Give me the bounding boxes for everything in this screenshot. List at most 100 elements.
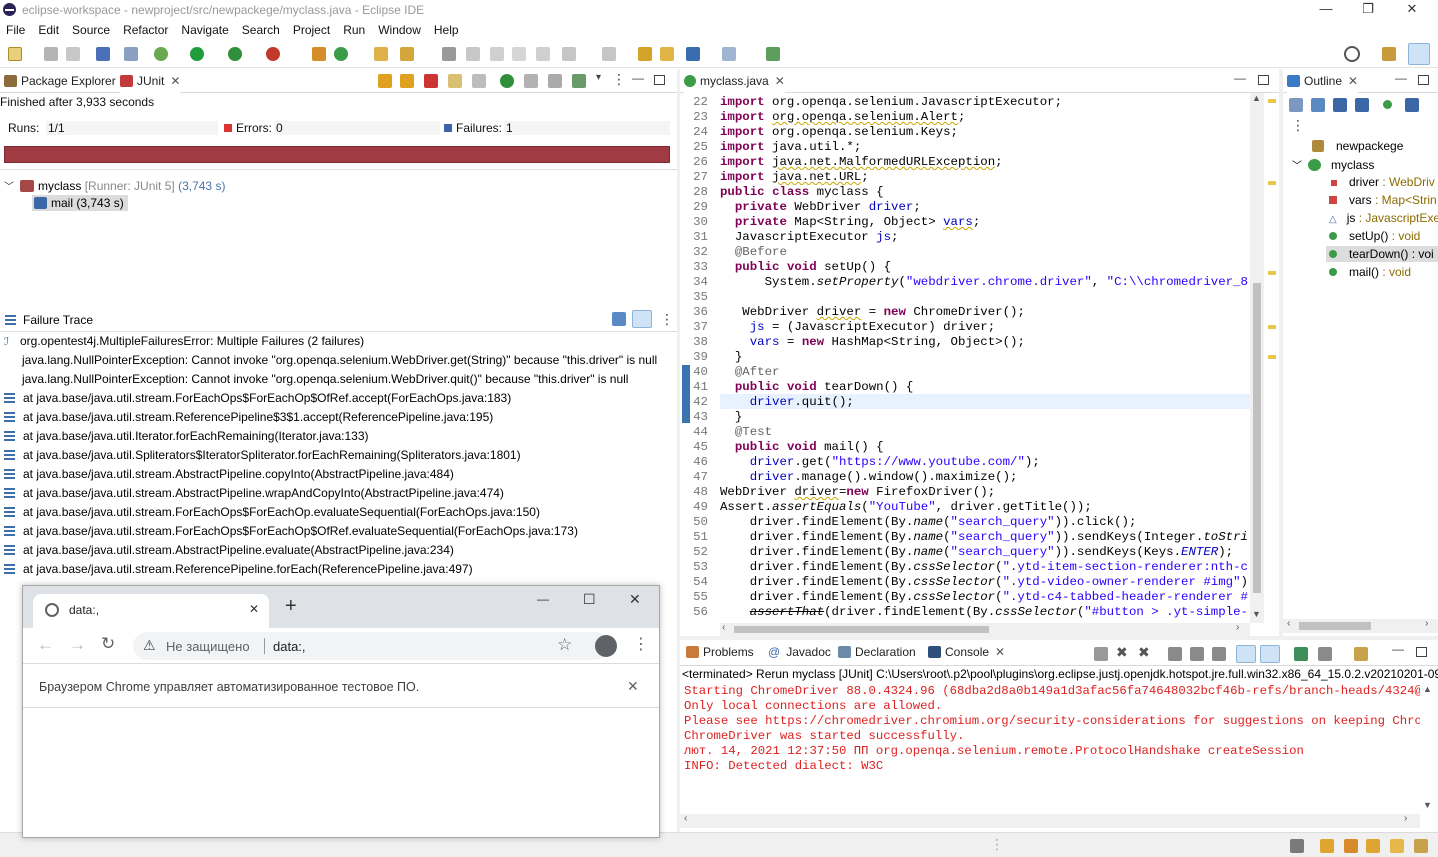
trace-line[interactable]: ℐorg.opentest4j.MultipleFailuresError: M… <box>4 332 364 351</box>
close-icon[interactable]: ✕ <box>170 74 180 88</box>
omnibox[interactable]: ⚠ Не защищено data:, ☆ <box>133 632 609 660</box>
close-icon[interactable]: ✕ <box>775 74 785 88</box>
menu-refactor[interactable]: Refactor <box>117 23 175 37</box>
code-line[interactable]: 29 private WebDriver driver; <box>680 200 1248 215</box>
code-line[interactable]: 35 <box>680 290 1248 305</box>
tips-icon[interactable] <box>1414 839 1428 853</box>
forward-icon[interactable] <box>722 47 736 61</box>
trace-line[interactable]: at java.base/java.util.stream.AbstractPi… <box>4 484 504 503</box>
trace-line[interactable]: at java.base/java.util.stream.ForEachOps… <box>4 389 511 408</box>
code-line[interactable]: 51 driver.findElement(By.name("search_qu… <box>680 530 1248 545</box>
show-whitespace-icon[interactable] <box>512 47 526 61</box>
block-selection-icon[interactable] <box>466 47 480 61</box>
menu-navigate[interactable]: Navigate <box>175 23 235 37</box>
scroll-lock-icon[interactable] <box>472 74 486 88</box>
hide-nonpublic-icon[interactable] <box>1383 100 1392 109</box>
new-tab-button[interactable]: + <box>285 596 297 616</box>
clear-console-icon[interactable] <box>1168 647 1182 661</box>
minimize-outline-icon[interactable]: — <box>1395 71 1407 85</box>
reload-icon[interactable]: ↻ <box>101 634 115 654</box>
forward-arrow-icon[interactable]: → <box>69 635 86 655</box>
remove-launch-icon[interactable]: ✖ <box>1116 644 1128 661</box>
code-line[interactable]: 48 WebDriver driver=new FirefoxDriver(); <box>680 485 1248 500</box>
menu-source[interactable]: Source <box>66 23 117 37</box>
search-magnifier-icon[interactable] <box>1344 46 1360 62</box>
chevron-down-icon[interactable]: ﹀ <box>1292 161 1302 172</box>
code-line[interactable]: 43 } <box>680 410 1248 425</box>
stop-icon[interactable] <box>548 74 562 88</box>
open-console-icon[interactable] <box>1354 647 1368 661</box>
code-line[interactable]: 30 private Map<String, Object> vars; <box>680 215 1248 230</box>
search-icon[interactable] <box>400 47 414 61</box>
hide-fields-icon[interactable] <box>1333 98 1347 112</box>
back-arrow-icon[interactable] <box>660 47 674 61</box>
minimize-editor-icon[interactable]: — <box>1234 71 1246 85</box>
compare-results-icon[interactable] <box>612 312 626 326</box>
filter-stack-icon[interactable] <box>632 310 652 328</box>
show-failures-only-icon[interactable] <box>424 74 438 88</box>
open-perspective-icon[interactable] <box>1382 47 1396 61</box>
outline-item-field[interactable]: vars : Map<Strin <box>1329 193 1437 207</box>
scroll-left-icon[interactable]: ‹ <box>722 622 725 633</box>
rerun-failed-first-icon[interactable] <box>524 74 538 88</box>
code-line[interactable]: 54 driver.findElement(By.cssSelector(".y… <box>680 575 1248 590</box>
menu-edit[interactable]: Edit <box>32 23 66 37</box>
pin-console-icon[interactable] <box>1294 647 1308 661</box>
previous-annotation-icon[interactable] <box>602 47 616 61</box>
menu-window[interactable]: Window <box>372 23 428 37</box>
show-skipped-icon[interactable] <box>448 74 462 88</box>
outline-item-method-selected[interactable]: tearDown() : voi <box>1326 246 1438 262</box>
previous-failure-icon[interactable] <box>400 74 414 88</box>
trace-line[interactable]: at java.base/java.util.stream.ForEachOps… <box>4 503 540 522</box>
outline-menu-icon[interactable]: ⋮ <box>1291 117 1305 134</box>
show-on-stdout-icon[interactable] <box>1236 645 1256 663</box>
show-on-stderr-icon[interactable] <box>1260 645 1280 663</box>
trace-line[interactable]: java.lang.NullPointerException: Cannot i… <box>22 351 657 370</box>
tab-outline[interactable]: Outline ✕ <box>1287 69 1359 93</box>
next-failure-icon[interactable] <box>378 74 392 88</box>
sort-icon[interactable] <box>1311 98 1325 112</box>
trace-line[interactable]: at java.base/java.util.Iterator.forEachR… <box>4 427 369 446</box>
trace-line[interactable]: at java.base/java.util.stream.AbstractPi… <box>4 465 454 484</box>
terminal-icon[interactable] <box>96 47 110 61</box>
maximize-editor-icon[interactable] <box>1258 75 1269 85</box>
code-line[interactable]: 42 driver.quit(); <box>680 395 1248 410</box>
chevron-down-icon[interactable]: ﹀ <box>4 182 14 193</box>
tab-package-explorer[interactable]: Package Explorer <box>4 69 116 93</box>
code-line[interactable]: 52 driver.findElement(By.name("search_qu… <box>680 545 1248 560</box>
debug-icon[interactable] <box>154 47 168 61</box>
code-line[interactable]: 40 @After <box>680 365 1248 380</box>
trace-line[interactable]: at java.base/java.util.Spliterators$Iter… <box>4 446 521 465</box>
menu-search[interactable]: Search <box>236 23 287 37</box>
code-line[interactable]: 45 public void mail() { <box>680 440 1248 455</box>
book-icon[interactable] <box>1320 839 1334 853</box>
code-line[interactable]: 37 js = (JavascriptExecutor) driver; <box>680 320 1248 335</box>
toggle-mark-icon[interactable] <box>442 47 456 61</box>
chrome-maximize-button[interactable]: ☐ <box>583 591 596 608</box>
warning-marker[interactable] <box>1268 355 1276 359</box>
code-line[interactable]: 41 public void tearDown() { <box>680 380 1248 395</box>
code-line[interactable]: 25 import java.util.*; <box>680 140 1248 155</box>
scroll-up-icon[interactable]: ▲ <box>1252 93 1261 103</box>
pin-editor-icon[interactable] <box>766 47 780 61</box>
console-vertical-scrollbar[interactable]: ▲ ▼ <box>1420 684 1434 814</box>
save-all-icon[interactable] <box>66 47 80 61</box>
code-line[interactable]: 36 WebDriver driver = new ChromeDriver()… <box>680 305 1248 320</box>
chrome-menu-icon[interactable]: ⋮ <box>633 634 649 654</box>
tab-declaration[interactable]: Declaration <box>838 640 916 664</box>
code-line[interactable]: 39 } <box>680 350 1248 365</box>
warning-marker[interactable] <box>1268 271 1276 275</box>
outline-item-method[interactable]: setUp() : void <box>1329 229 1420 243</box>
java-perspective-icon[interactable] <box>1408 43 1430 65</box>
last-edit-icon[interactable] <box>638 47 652 61</box>
code-line[interactable]: 31 JavascriptExecutor js; <box>680 230 1248 245</box>
h-scroll-thumb[interactable] <box>1299 622 1371 630</box>
tree-item-myclass[interactable]: ﹀ myclass [Runner: JUnit 5] (3,743 s) <box>4 178 225 193</box>
test-run-history-icon[interactable] <box>572 74 586 88</box>
scroll-right-icon[interactable]: › <box>1425 618 1428 629</box>
code-line[interactable]: 49 Assert.assertEquals("YouTube", driver.… <box>680 500 1248 515</box>
warning-marker[interactable] <box>1268 99 1276 103</box>
open-type-icon[interactable] <box>374 47 388 61</box>
scroll-up-icon[interactable]: ▲ <box>1423 684 1432 694</box>
trace-line[interactable]: at java.base/java.util.stream.ReferenceP… <box>4 560 473 579</box>
